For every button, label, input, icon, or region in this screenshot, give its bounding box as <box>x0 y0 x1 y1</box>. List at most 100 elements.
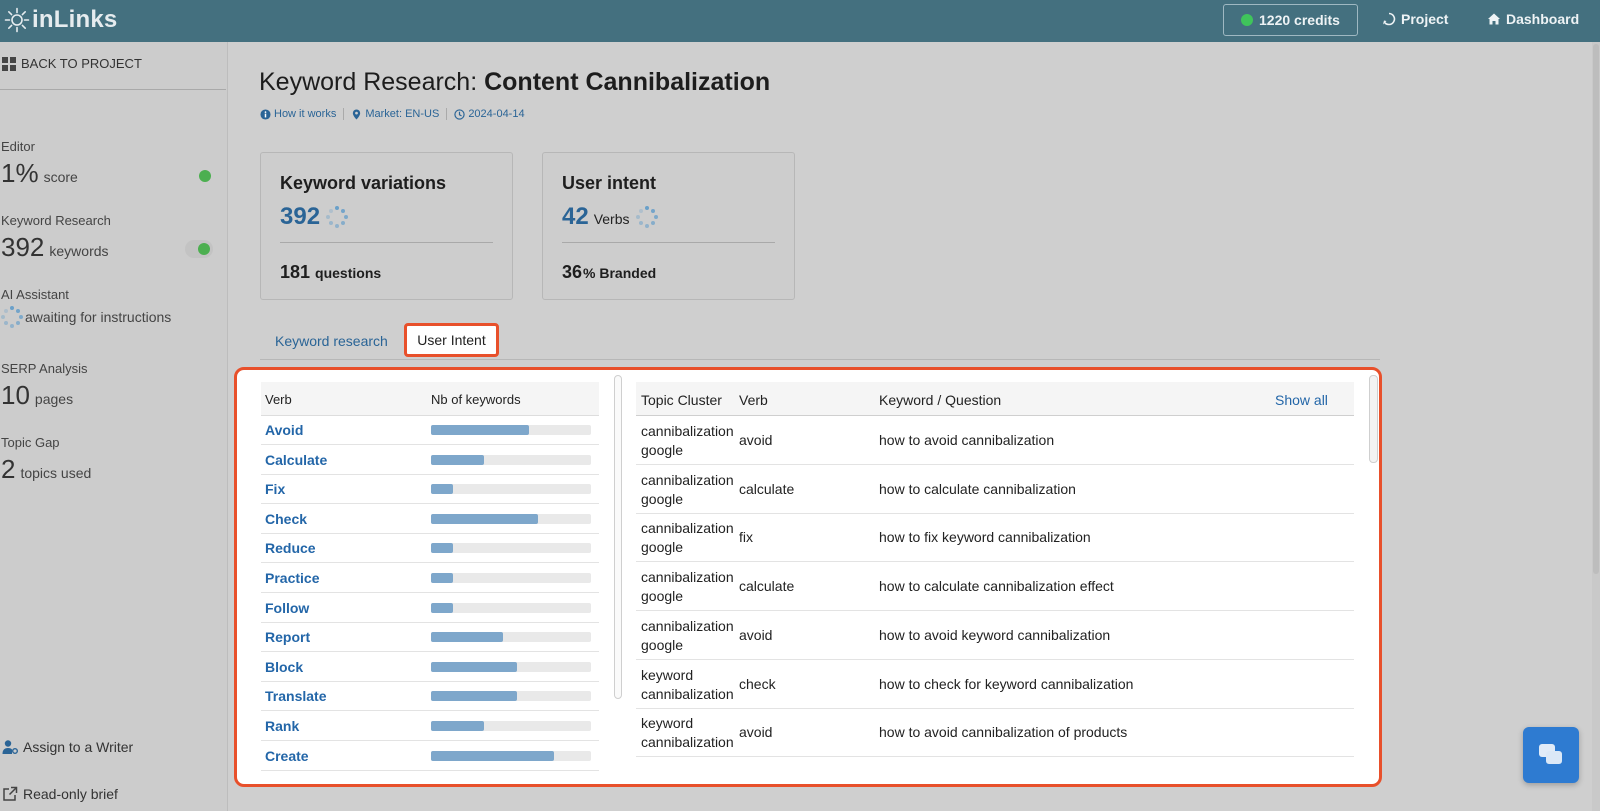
page-meta: How it works Market: EN-US 2024-04-14 <box>260 108 525 120</box>
keyword-row[interactable]: cannibalization google calculate how to ca… <box>636 562 1354 612</box>
keyword-row[interactable]: cannibalization google avoid how to avoid … <box>636 611 1354 660</box>
chat-icon <box>1539 744 1562 764</box>
card-title: User intent <box>562 173 657 193</box>
keyword-row[interactable]: cannibalization google avoid how to avoid … <box>636 416 1354 465</box>
verb-cell: calculate <box>739 480 795 497</box>
verb-row[interactable]: Check <box>261 505 599 534</box>
keyword-count-bar-fill <box>431 513 539 524</box>
keyword-count-bar-fill <box>431 632 503 643</box>
keyword-row[interactable]: cannibalization google calculate how to ca… <box>636 465 1354 514</box>
sidebar-item-editor[interactable]: Editor 1% score <box>1 139 211 189</box>
chat-button[interactable] <box>1523 727 1579 783</box>
clock-icon <box>454 108 465 120</box>
verb-link[interactable]: Translate <box>265 688 326 704</box>
verb-link[interactable]: Avoid <box>265 422 303 438</box>
app-logo[interactable]: inLinks <box>4 6 117 34</box>
title-main: Content Cannibalization <box>484 68 771 96</box>
topic-cluster-cell: cannibalization google <box>641 569 734 605</box>
verb-link[interactable]: Practice <box>265 570 319 586</box>
sidebar-item-ai-assistant[interactable]: AI Assistant awaiting for instructions <box>1 287 211 328</box>
verb-table-scrollbar[interactable] <box>614 375 622 699</box>
sidebar-item-topic-gap[interactable]: Topic Gap 2 topics used <box>1 435 211 485</box>
keyword-row[interactable]: keyword cannibalization avoid how to avoid… <box>636 708 1354 758</box>
verb-link[interactable]: Fix <box>265 481 285 497</box>
keyword-row[interactable] <box>636 757 1354 784</box>
card-footer-value: 36 <box>562 262 583 282</box>
metric-value: 1% <box>1 158 39 188</box>
keyword-count-bar <box>431 543 591 554</box>
project-icon <box>1383 12 1396 26</box>
scrollbar-thumb[interactable] <box>1593 44 1599 574</box>
page-scrollbar[interactable] <box>1592 42 1600 811</box>
keyword-row[interactable]: cannibalization google fix how to fix keyw… <box>636 513 1354 563</box>
keyword-cell: how to avoid keyword cannibalization <box>879 626 1111 643</box>
keyword-count-bar <box>431 632 591 643</box>
verb-row[interactable]: Block <box>261 653 599 682</box>
keyword-cell: how to avoid cannibalization <box>879 432 1055 448</box>
keyword-count-bar <box>431 691 591 702</box>
keyword-cell: how to calculate cannibalization effect <box>879 578 1114 595</box>
keyword-count-bar-fill <box>431 543 454 554</box>
sidebar-item-serp-analysis[interactable]: SERP Analysis 10 pages <box>1 361 211 411</box>
verb-row[interactable]: Report <box>261 623 599 653</box>
verb-row[interactable]: Fix <box>261 475 599 505</box>
keyword-count-bar <box>431 573 591 583</box>
tab-keyword-research[interactable]: Keyword research <box>275 322 388 360</box>
verb-link[interactable]: Reduce <box>265 540 316 556</box>
user-gear-icon <box>2 740 18 754</box>
card-footer-value: 181 <box>280 262 311 282</box>
verb-link[interactable]: Follow <box>265 600 309 616</box>
keyword-count-bar-fill <box>431 425 529 435</box>
sidebar: BACK TO PROJECT Editor 1% score Keyword … <box>0 42 228 811</box>
metric-label: AI Assistant <box>1 287 69 302</box>
verb-row[interactable]: Translate <box>261 682 599 712</box>
card-title: Keyword variations <box>280 173 447 193</box>
verb-link[interactable]: Calculate <box>265 452 327 468</box>
keyword-count-bar-fill <box>431 750 555 761</box>
verb-link[interactable]: Report <box>265 629 310 645</box>
verb-link[interactable]: Block <box>265 659 303 675</box>
verb-row[interactable]: Create <box>261 742 599 771</box>
meta-divider <box>343 108 345 120</box>
verb-link[interactable]: Create <box>265 748 309 764</box>
credits-button[interactable]: 1220 credits <box>1223 4 1358 36</box>
sidebar-item-keyword-research[interactable]: Keyword Research 392 keywords <box>1 213 213 263</box>
tab-user-intent[interactable]: User Intent <box>404 323 499 357</box>
external-link-icon <box>3 786 18 801</box>
metric-label: Topic Gap <box>1 435 60 450</box>
topic-cluster-cell: keyword cannibalization <box>641 715 734 751</box>
verb-link[interactable]: Check <box>265 511 307 527</box>
col-nb-keywords: Nb of keywords <box>431 392 521 407</box>
keyword-variations-card: Keyword variations 392 181 questions <box>260 152 513 300</box>
sidebar-divider <box>0 89 226 90</box>
status-toggle[interactable] <box>185 240 213 258</box>
verb-row[interactable]: Reduce <box>261 534 599 564</box>
card-divider <box>562 242 775 243</box>
verb-row[interactable]: Avoid <box>261 416 599 445</box>
show-all-link[interactable]: Show all <box>1275 392 1328 408</box>
project-link[interactable]: Project <box>1382 11 1448 27</box>
verb-row[interactable]: Calculate <box>261 446 599 475</box>
user-intent-card: User intent 42 Verbs 36 % Branded <box>542 152 795 300</box>
assign-label: Assign to a Writer <box>23 739 134 755</box>
back-to-project-link[interactable]: BACK TO PROJECT <box>2 56 142 71</box>
date-info: 2024-04-14 <box>454 108 525 120</box>
info-icon <box>260 108 271 120</box>
spinner-icon <box>635 206 658 228</box>
metric-value: 2 <box>1 454 16 484</box>
assign-writer-link[interactable]: Assign to a Writer <box>2 739 133 755</box>
keyword-table-scrollbar[interactable] <box>1369 375 1378 463</box>
verb-row[interactable]: Follow <box>261 594 599 623</box>
keyword-row[interactable]: keyword cannibalization check how to check… <box>636 660 1354 709</box>
how-it-works-link[interactable]: How it works <box>260 108 336 120</box>
verb-cell: avoid <box>739 432 773 448</box>
status-dot-icon <box>198 243 210 255</box>
verb-row[interactable]: Rank <box>261 712 599 741</box>
read-only-brief-link[interactable]: Read-only brief <box>2 786 118 802</box>
keyword-count-bar <box>431 721 591 731</box>
map-pin-icon <box>353 108 361 120</box>
dashboard-link[interactable]: Dashboard <box>1487 11 1579 27</box>
verb-row[interactable]: Practice <box>261 564 599 593</box>
back-label: BACK TO PROJECT <box>21 56 142 71</box>
verb-link[interactable]: Rank <box>265 718 299 734</box>
